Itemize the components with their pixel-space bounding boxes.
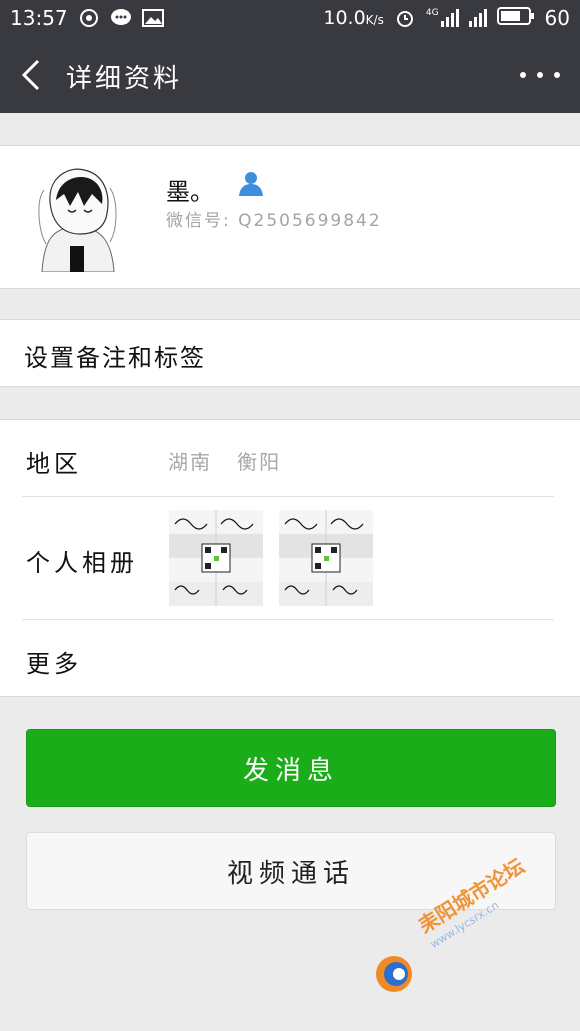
nav-bar: 详细资料: [0, 36, 580, 113]
more-label: 更多: [26, 650, 82, 678]
region-label: 地区: [26, 450, 82, 478]
more-dot-icon: [537, 72, 543, 78]
send-message-button[interactable]: 发消息: [26, 729, 556, 807]
wechat-id: 微信号: Q2505699842: [166, 211, 382, 231]
profile-card: 墨。 微信号: Q2505699842: [0, 145, 580, 289]
chat-notification-icon: [110, 7, 132, 29]
back-button[interactable]: [18, 58, 48, 92]
notification-icon: [78, 7, 100, 29]
network-speed: 10.0K/s: [323, 7, 384, 29]
more-options-button[interactable]: [520, 62, 560, 88]
signal-icon: [468, 9, 487, 27]
status-bar: 13:57 10.0K/s 4G 60: [0, 0, 580, 36]
album-photo[interactable]: [169, 510, 263, 606]
forum-watermark: 耒阳城市论坛 www.lycsrx.cn: [372, 854, 572, 1000]
status-time: 13:57: [10, 6, 68, 30]
region-value: 湖南 衡阳: [168, 450, 282, 474]
set-remark-label: 设置备注和标签: [24, 344, 206, 372]
alarm-icon: [394, 7, 416, 29]
album-label: 个人相册: [26, 549, 138, 577]
user-gender-icon: [238, 170, 264, 196]
more-dot-icon: [520, 72, 526, 78]
image-notification-icon: [141, 7, 164, 29]
more-dot-icon: [554, 72, 560, 78]
set-remark-row[interactable]: 设置备注和标签: [0, 319, 580, 387]
avatar[interactable]: [22, 160, 132, 272]
battery-icon: [496, 6, 535, 31]
more-row[interactable]: 更多: [0, 620, 580, 696]
nickname: 墨。: [166, 178, 214, 206]
album-photo[interactable]: [279, 510, 373, 606]
battery-level: 60: [544, 6, 570, 30]
info-card: 地区 湖南 衡阳 个人相册 更多: [0, 419, 580, 697]
signal-4g-icon: 4G: [426, 9, 459, 27]
page-title: 详细资料: [66, 64, 183, 94]
